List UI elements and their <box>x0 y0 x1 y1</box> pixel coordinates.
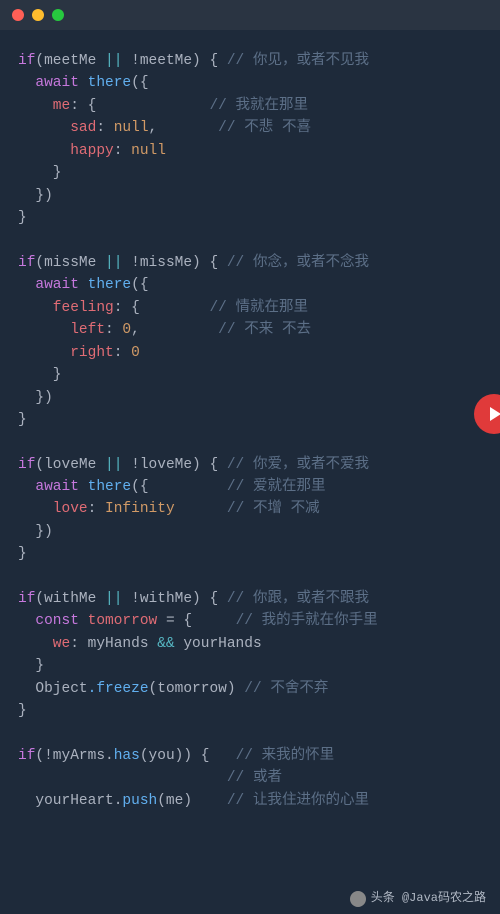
code-line: happy: null <box>18 140 500 162</box>
code-line: right: 0 <box>18 342 500 364</box>
code-line: } <box>18 655 500 677</box>
maximize-icon[interactable] <box>52 9 64 21</box>
code-line: if(missMe || !missMe) { // 你念，或者不念我 <box>18 252 500 274</box>
code-line: // 或者 <box>18 767 500 789</box>
code-line: sad: null, // 不悲 不喜 <box>18 117 500 139</box>
code-line: me: { // 我就在那里 <box>18 95 500 117</box>
minimize-icon[interactable] <box>32 9 44 21</box>
attribution-footer: 头条 @Java码农之路 <box>350 889 486 908</box>
code-line: }) <box>18 521 500 543</box>
code-line: } <box>18 207 500 229</box>
code-line: if(meetMe || !meetMe) { // 你见，或者不见我 <box>18 50 500 72</box>
code-line: } <box>18 700 500 722</box>
code-line: await there({ <box>18 72 500 94</box>
code-line: love: Infinity // 不增 不减 <box>18 498 500 520</box>
code-line: const tomorrow = { // 我的手就在你手里 <box>18 610 500 632</box>
code-line: if(withMe || !withMe) { // 你跟，或者不跟我 <box>18 588 500 610</box>
code-line: } <box>18 364 500 386</box>
avatar-icon <box>350 891 366 907</box>
code-line: left: 0, // 不来 不去 <box>18 319 500 341</box>
code-line: } <box>18 409 500 431</box>
window-titlebar <box>0 0 500 30</box>
close-icon[interactable] <box>12 9 24 21</box>
code-line: } <box>18 162 500 184</box>
code-line: Object.freeze(tomorrow) // 不舍不弃 <box>18 678 500 700</box>
code-line: }) <box>18 185 500 207</box>
code-line: feeling: { // 情就在那里 <box>18 297 500 319</box>
attribution-text: 头条 @Java码农之路 <box>371 889 486 908</box>
code-line: we: myHands && yourHands <box>18 633 500 655</box>
code-line: await there({ // 爱就在那里 <box>18 476 500 498</box>
code-line: } <box>18 543 500 565</box>
code-line: if(loveMe || !loveMe) { // 你爱，或者不爱我 <box>18 454 500 476</box>
code-line: if(!myArms.has(you)) { // 来我的怀里 <box>18 745 500 767</box>
code-line: }) <box>18 387 500 409</box>
code-editor: if(meetMe || !meetMe) { // 你见，或者不见我 awai… <box>0 30 500 812</box>
code-line: yourHeart.push(me) // 让我住进你的心里 <box>18 790 500 812</box>
code-line: await there({ <box>18 274 500 296</box>
